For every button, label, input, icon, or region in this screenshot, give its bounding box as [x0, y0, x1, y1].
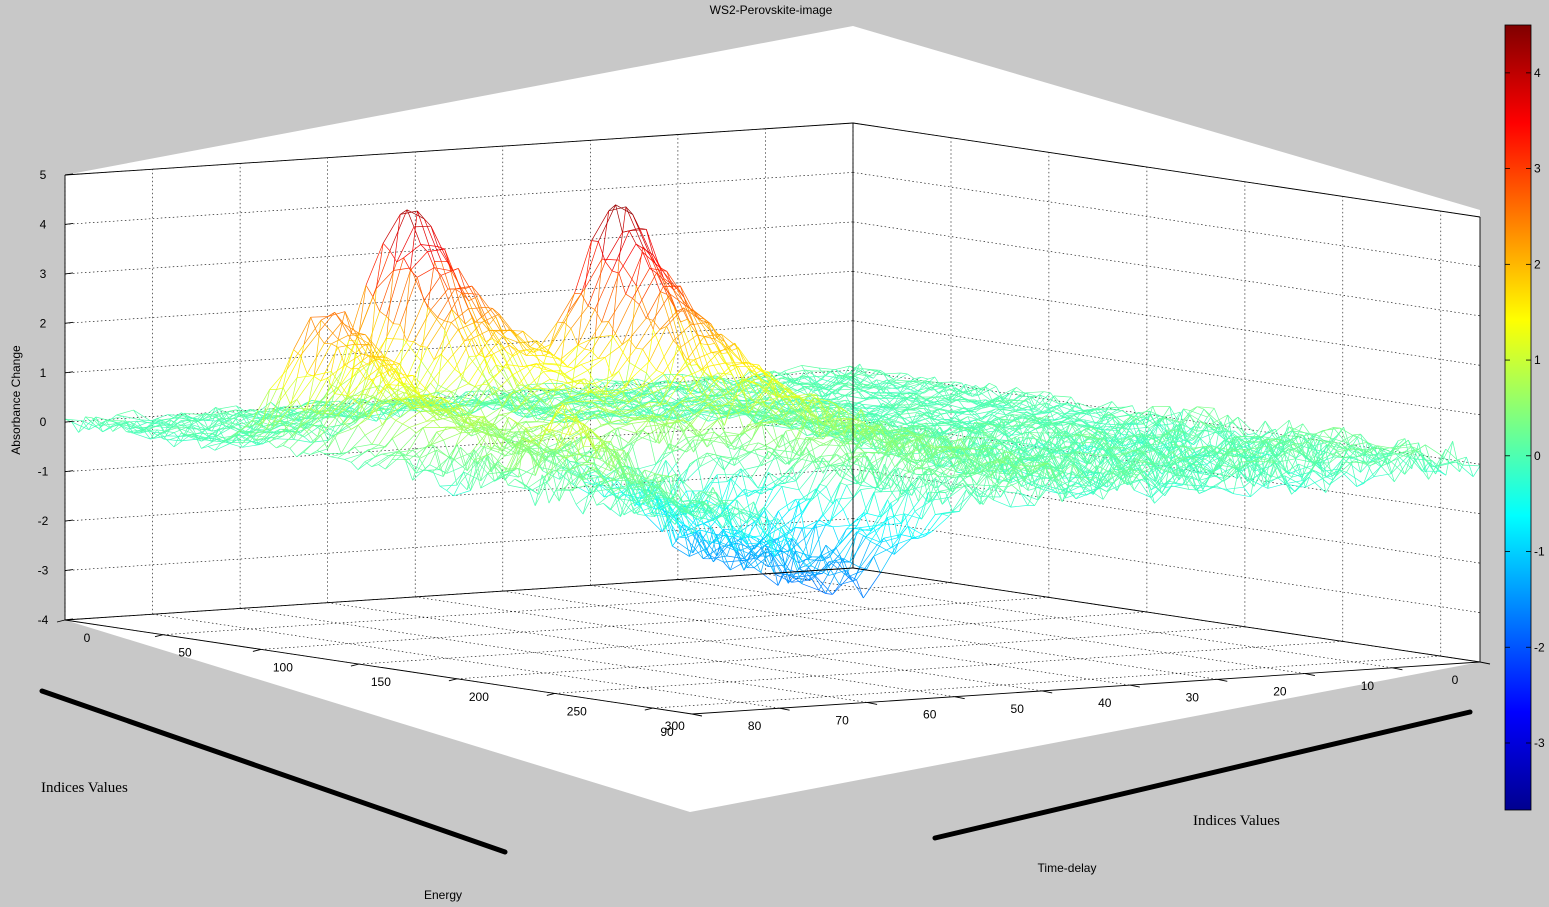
chart-figure: -4-3-2-101234501020304050607080900501001…	[9, 3, 1545, 902]
mesh-segment	[1108, 406, 1126, 408]
back-wall-left	[65, 26, 853, 620]
mesh-segment	[1342, 461, 1361, 464]
mesh-segment	[516, 395, 535, 398]
mesh-segment	[1233, 455, 1241, 457]
mesh-segment	[938, 381, 956, 383]
back-wall-right	[853, 26, 1480, 662]
